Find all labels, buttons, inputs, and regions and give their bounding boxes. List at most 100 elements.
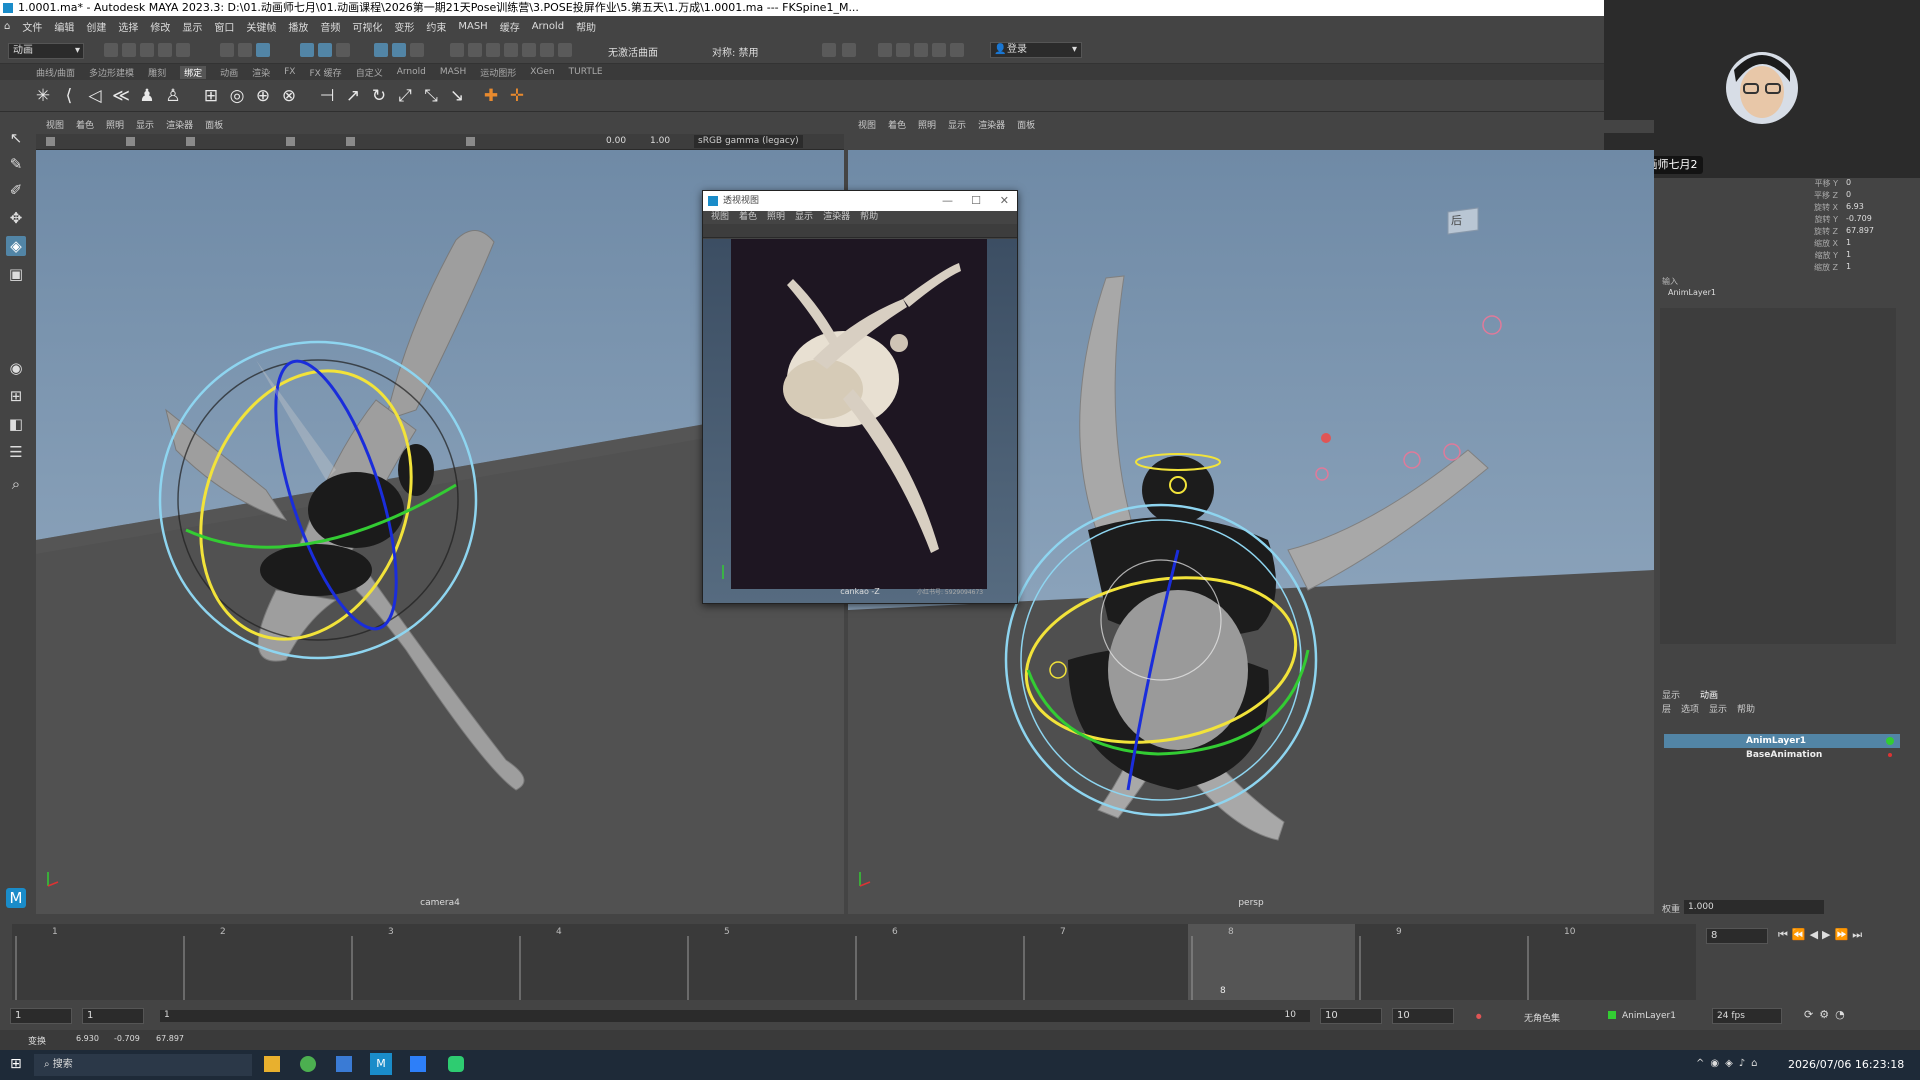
menu-windows[interactable]: 窗口 <box>214 19 234 34</box>
redo-icon[interactable] <box>176 43 190 57</box>
vp2-menu-lighting[interactable]: 照明 <box>918 120 936 133</box>
cluster-icon[interactable]: ✛ <box>506 85 528 107</box>
textured-icon[interactable] <box>346 137 355 146</box>
channel-row[interactable]: 缩放 Z1 <box>1658 262 1902 274</box>
snap-together-icon[interactable] <box>540 43 554 57</box>
menu-playback[interactable]: 播放 <box>288 19 308 34</box>
smooth-shade-icon[interactable] <box>286 137 295 146</box>
playback-end-field[interactable]: 10 <box>1320 1008 1382 1024</box>
channel-row[interactable]: 缩放 Y1 <box>1658 250 1902 262</box>
vp-menu-view[interactable]: 视图 <box>46 120 64 133</box>
render-settings-icon[interactable] <box>878 43 892 57</box>
rotate-tool-icon[interactable]: ◈ <box>6 236 26 256</box>
aim-constraint-icon[interactable]: ↗ <box>342 85 364 107</box>
shelf-tab-animation[interactable]: 动画 <box>220 66 238 79</box>
playback-start-field[interactable]: 1 <box>82 1008 144 1024</box>
layer-menu-show[interactable]: 显示 <box>1709 702 1727 715</box>
live-surface-label[interactable]: 无激活曲面 <box>608 44 658 59</box>
windows-start-icon[interactable]: ⊞ <box>10 1056 22 1072</box>
close-icon[interactable]: ✕ <box>1000 191 1009 211</box>
smooth-bind-icon[interactable]: ◎ <box>226 85 248 107</box>
layer-row-base-animation[interactable]: BaseAnimation <box>1664 748 1900 762</box>
layer-menu-options[interactable]: 选项 <box>1681 702 1699 715</box>
minimize-icon[interactable]: — <box>942 191 953 211</box>
panel-menu-shading[interactable]: 着色 <box>739 211 757 224</box>
color-space-field[interactable]: sRGB gamma (legacy) <box>694 135 803 148</box>
pause-icon[interactable] <box>950 43 964 57</box>
current-frame-marker[interactable] <box>1188 924 1355 1000</box>
open-scene-icon[interactable] <box>122 43 136 57</box>
select-component-icon[interactable] <box>256 43 270 57</box>
shelf-tab-custom[interactable]: 自定义 <box>356 66 383 79</box>
clock[interactable]: 2026/07/06 16:23:18 <box>1788 1058 1904 1071</box>
paint-select-icon[interactable]: ✐ <box>6 180 26 200</box>
move-tool-icon[interactable]: ✥ <box>6 208 26 228</box>
vp2-menu-panels[interactable]: 面板 <box>1017 120 1035 133</box>
fps-select[interactable]: 24 fps <box>1712 1008 1782 1024</box>
shelf-tab-rendering[interactable]: 渲染 <box>252 66 270 79</box>
menu-set-select[interactable]: 动画 <box>8 43 84 59</box>
point-constraint-icon[interactable]: ⊣ <box>316 85 338 107</box>
vp2-menu-view[interactable]: 视图 <box>858 120 876 133</box>
shelf-tab-motion-graphics[interactable]: 运动图形 <box>480 66 516 79</box>
select-hierarchy-icon[interactable] <box>220 43 234 57</box>
create-joint-icon[interactable]: ✳ <box>32 85 54 107</box>
menu-create[interactable]: 创建 <box>86 19 106 34</box>
hypershade-icon[interactable] <box>896 43 910 57</box>
bind-skin-icon[interactable]: ⊞ <box>200 85 222 107</box>
anim-layer-label[interactable]: AnimLayer1 <box>1622 1011 1676 1021</box>
isolate-select-icon[interactable] <box>466 137 475 146</box>
shelf-tab-poly-modeling[interactable]: 多边形建模 <box>89 66 134 79</box>
menu-mash[interactable]: MASH <box>458 21 487 32</box>
render-frame-icon[interactable] <box>822 43 836 57</box>
panel-menu-lighting[interactable]: 照明 <box>767 211 785 224</box>
tab-display[interactable]: 显示 <box>1662 688 1680 701</box>
menu-help[interactable]: 帮助 <box>576 19 596 34</box>
vp-menu-show[interactable]: 显示 <box>136 120 154 133</box>
weight-field[interactable]: 1.000 <box>1684 900 1824 914</box>
shelf-tab-fx-cache[interactable]: FX 缓存 <box>309 66 341 79</box>
panel-menu-show[interactable]: 显示 <box>795 211 813 224</box>
panel-menu-renderer[interactable]: 渲染器 <box>823 211 850 224</box>
single-perspective-layout-icon[interactable]: ◉ <box>6 358 26 378</box>
snap-grid-icon[interactable] <box>300 43 314 57</box>
locator-icon[interactable]: ✚ <box>480 85 502 107</box>
ipr-render-icon[interactable] <box>842 43 856 57</box>
range-slider[interactable]: 1 10 <box>160 1010 1310 1022</box>
channel-row[interactable]: 缩放 X1 <box>1658 238 1902 250</box>
new-scene-icon[interactable] <box>104 43 118 57</box>
save-scene-icon[interactable] <box>140 43 154 57</box>
panel-viewport[interactable]: cankao -Z 小红书号: 5929094673 <box>703 239 1017 603</box>
humanik-icon[interactable]: ♟ <box>136 85 158 107</box>
grid-icon[interactable] <box>186 137 195 146</box>
wireframe-icon[interactable] <box>126 137 135 146</box>
file-explorer-icon[interactable] <box>264 1056 280 1072</box>
menu-deform[interactable]: 变形 <box>394 19 414 34</box>
menu-display[interactable]: 显示 <box>182 19 202 34</box>
snap-align-icon[interactable] <box>558 43 572 57</box>
history-icon[interactable] <box>450 43 464 57</box>
camera-attributes-icon[interactable] <box>46 137 55 146</box>
four-view-layout-icon[interactable]: ⊞ <box>6 386 26 406</box>
app-icon[interactable] <box>336 1056 352 1072</box>
outliner-layout-icon[interactable]: ☰ <box>6 442 26 462</box>
pole-vector-icon[interactable]: ↘ <box>446 85 468 107</box>
layer-menu-layers[interactable]: 层 <box>1662 702 1671 715</box>
channel-row[interactable]: 平移 Z0 <box>1658 190 1902 202</box>
shelf-tab-turtle[interactable]: TURTLE <box>569 67 603 77</box>
meeting-app-icon[interactable] <box>410 1056 426 1072</box>
channel-row[interactable]: 平移 Y0 <box>1658 178 1902 190</box>
vp-menu-shading[interactable]: 着色 <box>76 120 94 133</box>
menu-constrain[interactable]: 约束 <box>426 19 446 34</box>
chrome-icon[interactable] <box>300 1056 316 1072</box>
shelf-tab-sculpting[interactable]: 雕刻 <box>148 66 166 79</box>
menu-modify[interactable]: 修改 <box>150 19 170 34</box>
vp2-menu-shading[interactable]: 着色 <box>888 120 906 133</box>
maya-taskbar-icon[interactable]: M <box>370 1053 392 1075</box>
input-node[interactable]: AnimLayer1 <box>1668 288 1716 297</box>
two-view-layout-icon[interactable]: ◧ <box>6 414 26 434</box>
taskbar-search[interactable]: ⌕ 搜索 <box>34 1054 252 1076</box>
wechat-icon[interactable] <box>448 1056 464 1072</box>
undo-icon[interactable] <box>158 43 172 57</box>
home-icon[interactable]: ⌂ <box>4 21 10 32</box>
